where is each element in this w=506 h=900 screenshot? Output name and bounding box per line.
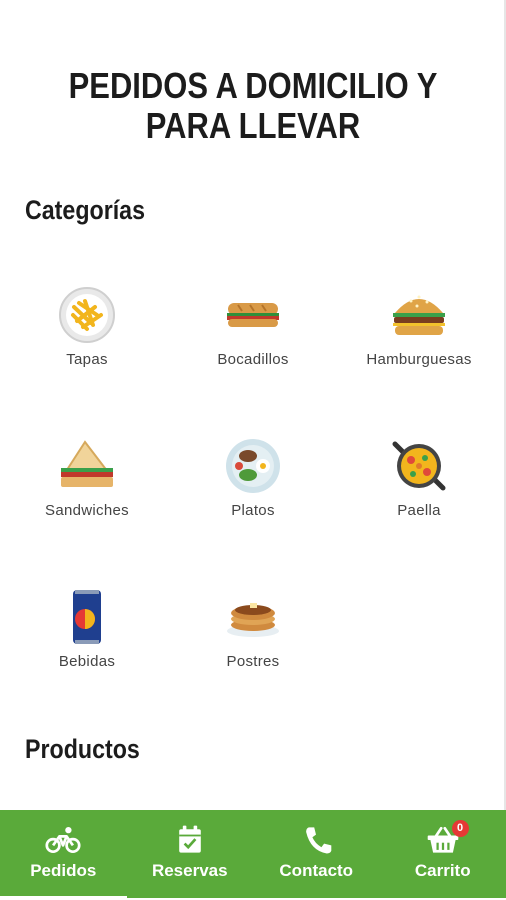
plate-icon: [226, 439, 280, 493]
category-bebidas[interactable]: Bebidas: [12, 587, 162, 670]
page-title: PEDIDOS A DOMICILIO Y PARA LLEVAR: [35, 66, 470, 146]
nav-label: Contacto: [279, 861, 354, 880]
category-label: Platos: [231, 502, 275, 519]
phone-icon: [306, 827, 332, 854]
nav-carrito[interactable]: Carrito 0: [380, 810, 506, 898]
category-platos[interactable]: Platos: [178, 436, 328, 519]
bicycle-icon: [45, 826, 81, 854]
cart-count-badge: 0: [451, 820, 469, 837]
category-label: Tapas: [66, 351, 108, 368]
bottom-nav: Pedidos Reservas Contacto Carrito 0: [0, 810, 506, 900]
category-label: Paella: [397, 502, 441, 519]
page-title-line-1: PEDIDOS A DOMICILIO Y: [68, 65, 438, 106]
sandwich-icon: [61, 440, 114, 487]
category-label: Bebidas: [58, 653, 116, 670]
category-bocadillos[interactable]: Bocadillos: [178, 285, 328, 368]
burger-icon: [393, 295, 445, 335]
category-label: Bocadillos: [217, 351, 289, 368]
categories-heading: Categorías: [25, 195, 146, 225]
can-icon: [73, 590, 101, 644]
nav-contacto[interactable]: Contacto: [253, 810, 380, 898]
page-title-line-2: PARA LLEVAR: [145, 105, 361, 146]
fries-icon: [59, 287, 115, 343]
category-tapas[interactable]: Tapas: [12, 285, 162, 368]
category-label: Sandwiches: [45, 502, 129, 519]
nav-label: Carrito: [414, 861, 471, 880]
products-heading: Productos: [25, 734, 140, 764]
nav-label: Pedidos: [30, 861, 97, 880]
pancakes-icon: [227, 603, 279, 637]
nav-reservas[interactable]: Reservas: [127, 810, 254, 898]
paella-icon: [392, 441, 446, 491]
category-paella[interactable]: Paella: [344, 436, 494, 519]
sandwich-baguette-icon: [227, 303, 279, 327]
category-hamburguesas[interactable]: Hamburguesas: [344, 285, 494, 368]
nav-label: Reservas: [151, 861, 228, 880]
category-sandwiches[interactable]: Sandwiches: [12, 436, 162, 519]
category-label: Postres: [226, 653, 280, 670]
category-postres[interactable]: Postres: [178, 587, 328, 670]
calendar-check-icon: [178, 825, 201, 853]
category-label: Hamburguesas: [366, 351, 472, 368]
nav-pedidos[interactable]: Pedidos: [0, 810, 127, 900]
